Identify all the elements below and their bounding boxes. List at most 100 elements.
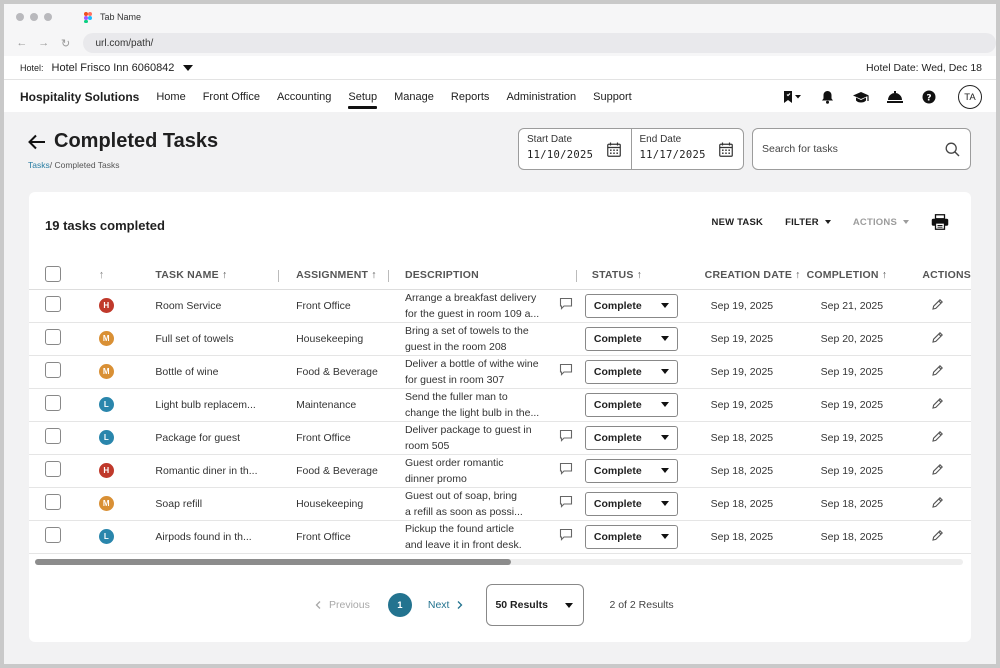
table-row[interactable]: H Room Service Front Office Arrange a br… <box>29 289 971 323</box>
description-line: Bring a set of towels to the <box>404 324 529 337</box>
edit-pencil-icon[interactable] <box>931 397 944 413</box>
priority-sort-header[interactable]: ↑ <box>78 262 143 290</box>
description-line: Send the fuller man to <box>404 390 508 403</box>
comment-icon[interactable] <box>559 495 573 513</box>
row-checkbox[interactable] <box>45 329 61 345</box>
edit-pencil-icon[interactable] <box>931 430 944 446</box>
status-dropdown[interactable]: Complete <box>584 326 678 351</box>
comment-icon[interactable] <box>559 528 573 546</box>
search-icon[interactable] <box>945 142 960 157</box>
help-icon[interactable]: ? <box>918 87 940 107</box>
table-row[interactable]: H Romantic diner in th... Food & Beverag… <box>29 454 971 488</box>
row-checkbox[interactable] <box>45 494 61 510</box>
filter-label: FILTER <box>785 216 819 228</box>
hotel-selector[interactable]: Hotel Frisco Inn 6060842 <box>52 62 175 74</box>
service-bell-icon[interactable] <box>884 87 906 107</box>
horizontal-scrollbar[interactable] <box>35 559 963 565</box>
print-icon[interactable] <box>931 214 949 230</box>
edit-pencil-icon[interactable] <box>931 463 944 479</box>
column-assignment[interactable]: ASSIGNMENT ↑ <box>279 262 389 290</box>
breadcrumb-link-tasks[interactable]: Tasks <box>28 160 50 170</box>
column-task-name[interactable]: TASK NAME ↑ <box>142 262 280 290</box>
status-dropdown[interactable]: Complete <box>584 293 678 318</box>
table-row[interactable]: L Airpods found in th... Front Office Pi… <box>29 520 971 554</box>
bookmark-menu-icon[interactable] <box>782 87 804 107</box>
edit-pencil-icon[interactable] <box>931 331 944 347</box>
start-date-field[interactable]: Start Date 11/10/2025 <box>519 129 631 169</box>
status-dropdown[interactable]: Complete <box>584 491 678 516</box>
nav-item-manage[interactable]: Manage <box>394 91 434 103</box>
row-checkbox[interactable] <box>45 296 61 312</box>
caret-down-icon[interactable] <box>183 64 194 71</box>
page-number-1[interactable]: 1 <box>387 593 412 617</box>
back-arrow-icon[interactable] <box>28 134 46 150</box>
nav-item-front-office[interactable]: Front Office <box>203 91 260 103</box>
window-close-dot[interactable] <box>16 13 24 21</box>
status-dropdown[interactable]: Complete <box>584 458 678 483</box>
row-checkbox[interactable] <box>45 395 61 411</box>
row-checkbox[interactable] <box>45 527 61 543</box>
row-checkbox[interactable] <box>45 428 61 444</box>
window-zoom-dot[interactable] <box>44 13 52 21</box>
previous-label: Previous <box>329 599 370 611</box>
nav-item-setup[interactable]: Setup <box>348 91 377 109</box>
reload-icon[interactable]: ↻ <box>58 37 74 50</box>
select-all-checkbox[interactable] <box>45 265 61 282</box>
nav-item-reports[interactable]: Reports <box>451 91 490 103</box>
bell-icon[interactable] <box>816 87 838 107</box>
search-input[interactable]: Search for tasks <box>752 128 971 170</box>
forward-arrow-icon[interactable]: → <box>36 37 52 49</box>
nav-item-support[interactable]: Support <box>593 91 632 103</box>
browser-tab[interactable]: Tab Name <box>84 11 141 23</box>
user-avatar[interactable]: TA <box>958 85 982 109</box>
status-value: Complete <box>593 464 642 477</box>
comment-icon[interactable] <box>559 429 573 447</box>
window-minimize-dot[interactable] <box>30 13 38 21</box>
row-select-cell <box>29 454 79 488</box>
edit-pencil-icon[interactable] <box>931 364 944 380</box>
comment-icon[interactable] <box>559 462 573 480</box>
priority-cell: M <box>78 487 143 521</box>
back-arrow-icon[interactable]: ← <box>14 37 30 49</box>
scrollbar-thumb[interactable] <box>35 559 511 565</box>
hotel-date: Hotel Date: Wed, Dec 18 <box>866 61 982 74</box>
previous-page-button[interactable]: Previous <box>313 599 370 611</box>
nav-item-accounting[interactable]: Accounting <box>277 91 331 103</box>
table-row[interactable]: M Bottle of wine Food & Beverage Deliver… <box>29 355 971 389</box>
page-size-select[interactable]: 50 Results <box>486 584 585 626</box>
creation-date-cell: Sep 19, 2025 <box>693 388 804 422</box>
table-row[interactable]: M Full set of towels Housekeeping Bring … <box>29 322 971 356</box>
status-dropdown[interactable]: Complete <box>584 524 678 549</box>
next-page-button[interactable]: Next <box>428 599 468 611</box>
row-checkbox[interactable] <box>45 461 61 477</box>
edit-pencil-icon[interactable] <box>931 298 944 314</box>
end-date-field[interactable]: End Date 11/17/2025 <box>630 129 744 169</box>
calendar-icon[interactable] <box>606 142 621 162</box>
actions-menu-button[interactable]: ACTIONS <box>853 217 909 228</box>
status-dropdown[interactable]: Complete <box>584 425 678 450</box>
comment-icon[interactable] <box>559 363 573 381</box>
nav-item-administration[interactable]: Administration <box>506 91 576 103</box>
table-row[interactable]: M Soap refill Housekeeping Guest out of … <box>29 487 971 521</box>
graduation-cap-icon[interactable] <box>850 87 872 107</box>
row-checkbox[interactable] <box>45 362 61 378</box>
column-creation-date[interactable]: CREATION DATE ↑ <box>693 262 804 290</box>
caret-down-icon <box>660 468 669 473</box>
breadcrumb-current: / Completed Tasks <box>49 160 120 170</box>
assignment-cell: Food & Beverage <box>279 355 389 389</box>
comment-icon[interactable] <box>559 297 573 315</box>
table-row[interactable]: L Light bulb replacem... Maintenance Sen… <box>29 388 971 422</box>
status-dropdown[interactable]: Complete <box>584 392 678 417</box>
status-dropdown[interactable]: Complete <box>584 359 678 384</box>
edit-pencil-icon[interactable] <box>931 529 944 545</box>
filter-button[interactable]: FILTER <box>785 217 831 228</box>
column-completion[interactable]: COMPLETION ↑ <box>803 262 913 290</box>
calendar-icon[interactable] <box>719 142 733 162</box>
new-task-button[interactable]: NEW TASK <box>712 217 764 228</box>
table-row[interactable]: L Package for guest Front Office Deliver… <box>29 421 971 455</box>
creation-date-cell: Sep 19, 2025 <box>693 322 804 356</box>
column-status[interactable]: STATUS ↑ <box>576 262 694 290</box>
address-bar[interactable]: url.com/path/ <box>83 33 996 53</box>
edit-pencil-icon[interactable] <box>931 496 944 512</box>
nav-item-home[interactable]: Home <box>156 91 185 103</box>
